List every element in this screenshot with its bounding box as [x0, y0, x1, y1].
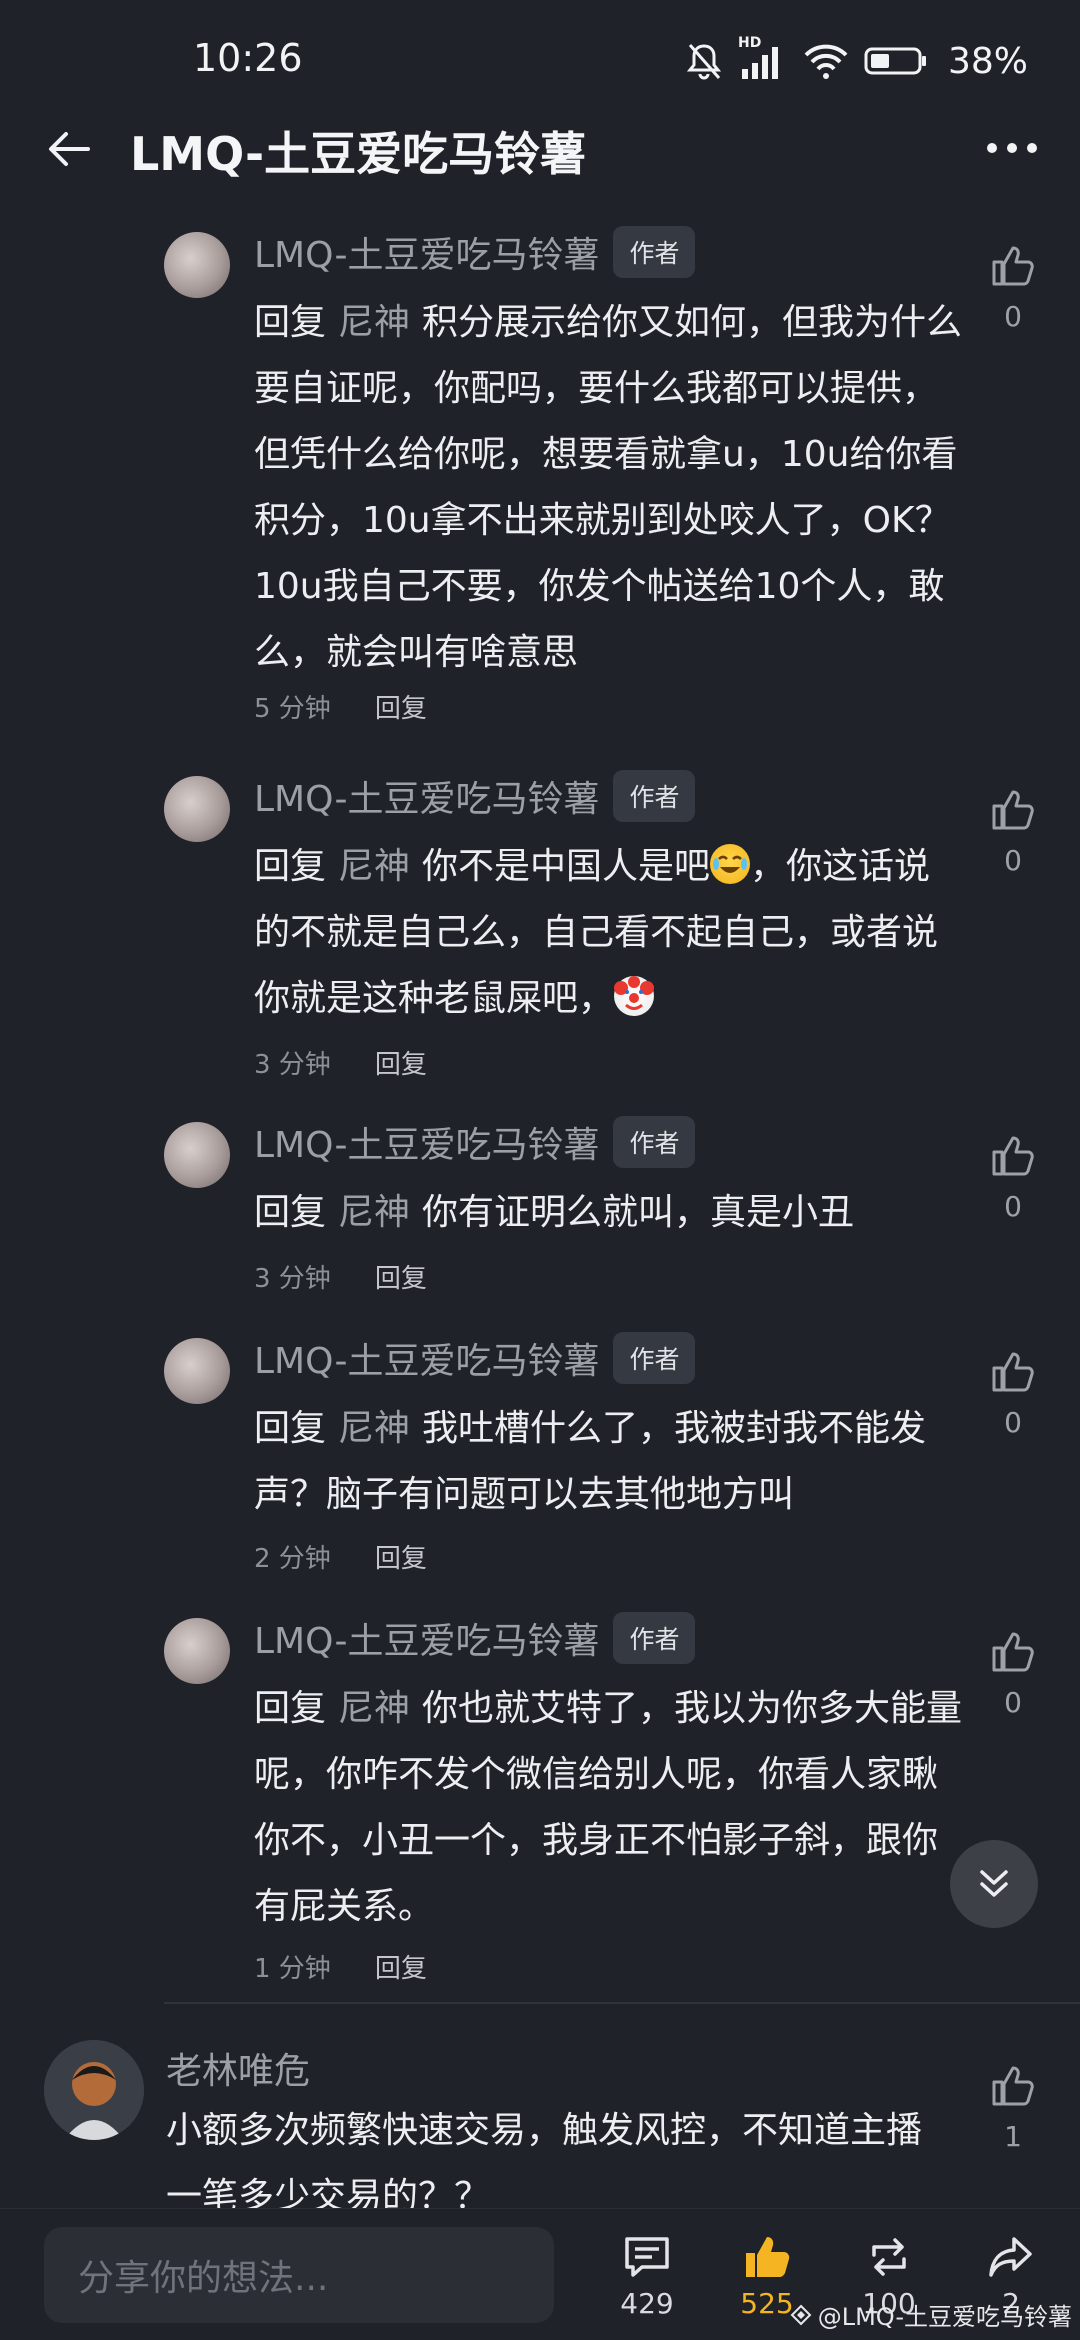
reply-target-user[interactable]: 尼神 [338, 302, 410, 343]
like-count: 0 [1004, 1406, 1022, 1439]
comment-text: 回复 尼神 你也就艾特了，我以为你多大能量呢，你咋不发个微信给别人呢，你看人家瞅你不… [254, 1676, 966, 1940]
double-chevron-down-icon [980, 1870, 1008, 1897]
reply-button[interactable]: 回复 [375, 1258, 427, 1295]
comment-author[interactable]: LMQ-土豆爱吃马铃薯 [254, 770, 599, 822]
wifi-icon [802, 41, 850, 81]
author-badge: 作者 [613, 770, 696, 822]
page-title: LMQ-土豆爱吃马铃薯 [130, 127, 587, 181]
arrow-left-icon [49, 132, 90, 166]
comment-bubble-icon [625, 2237, 669, 2277]
reply-prefix: 回复 [254, 846, 327, 887]
comment-author[interactable]: LMQ-土豆爱吃马铃薯 [254, 226, 599, 278]
like-count: 0 [1004, 1686, 1022, 1719]
comment-time: 5 分钟 [254, 694, 331, 724]
battery-icon [864, 45, 928, 77]
network-type-label: HD [737, 35, 762, 51]
comment-author[interactable]: 老林唯危 [166, 2042, 310, 2094]
signal-icon: HD [738, 35, 788, 81]
diamond-logo-icon [790, 2304, 812, 2325]
comments-count: 429 [620, 2287, 674, 2320]
thumbs-up-icon [992, 1632, 1034, 1672]
reply-target-user[interactable]: 尼神 [338, 1408, 410, 1449]
comment-author[interactable]: LMQ-土豆爱吃马铃薯 [254, 1116, 599, 1168]
reply-button[interactable]: 回复 [375, 1044, 427, 1081]
comment-time: 1 分钟 [254, 1954, 331, 1984]
reply-button[interactable]: 回复 [375, 688, 427, 725]
author-badge: 作者 [613, 1116, 696, 1168]
reply-prefix: 回复 [254, 1408, 327, 1449]
watermark: @LMQ-土豆爱吃马铃薯 [790, 2297, 1072, 2332]
thumbs-up-icon [992, 1136, 1034, 1176]
comment-text: 回复 尼神 积分展示给你又如何，但我为什么要自证呢，你配吗，要什么我都可以提供，但凭… [254, 290, 966, 686]
comment-text: 回复 尼神 我吐槽什么了，我被封我不能发声？脑子有问题可以去其他地方叫 [254, 1396, 966, 1528]
thumbs-up-icon [992, 790, 1034, 830]
author-badge: 作者 [613, 1332, 696, 1384]
comment-text: 回复 尼神 你不是中国人是吧 ，你这话说的不就是自己么，自己看不起自己，或者说你就是这… [254, 834, 966, 1032]
more-options-button[interactable] [984, 132, 1040, 164]
avatar[interactable] [164, 1122, 230, 1188]
status-time: 10:26 [193, 36, 303, 80]
comments-button[interactable]: 429 [602, 2233, 692, 2320]
like-button[interactable]: 1 [988, 2064, 1038, 2153]
divider [164, 2002, 1080, 2004]
like-count: 0 [1004, 844, 1022, 877]
more-dots-icon [987, 143, 1037, 153]
like-button[interactable]: 0 [988, 788, 1038, 877]
status-bar: 10:26 HD 38% [0, 0, 1080, 120]
reply-target-user[interactable]: 尼神 [338, 1688, 410, 1729]
comment-text: 回复 尼神 你有证明么就叫，真是小丑 [254, 1180, 966, 1246]
back-button[interactable] [44, 124, 94, 174]
reply-target-user[interactable]: 尼神 [338, 1192, 410, 1233]
reply-prefix: 回复 [254, 302, 327, 343]
mute-bell-icon [684, 41, 724, 81]
author-badge: 作者 [613, 226, 696, 278]
scroll-down-button[interactable] [950, 1840, 1038, 1928]
thumbs-up-icon [992, 2066, 1034, 2106]
like-count: 0 [1004, 1190, 1022, 1223]
reply-prefix: 回复 [254, 1192, 327, 1233]
bottom-action-bar: 分享你的想法... 429 525 100 2 @LMQ-土豆爱吃马铃薯 [0, 2208, 1080, 2340]
comment-content: 你有证明么就叫，真是小丑 [422, 1192, 855, 1233]
comment-time: 2 分钟 [254, 1544, 331, 1574]
comment-content: 你不是中国人是吧 [422, 846, 711, 887]
like-button[interactable]: 0 [988, 244, 1038, 333]
comment-time: 3 分钟 [254, 1264, 331, 1294]
nav-bar: LMQ-土豆爱吃马铃薯 [0, 112, 1080, 184]
laughing-tears-emoji-icon [710, 844, 751, 884]
watermark-text: @LMQ-土豆爱吃马铃薯 [817, 2303, 1072, 2331]
reply-target-user[interactable]: 尼神 [338, 846, 410, 887]
like-button[interactable]: 0 [988, 1630, 1038, 1719]
comment-author[interactable]: LMQ-土豆爱吃马铃薯 [254, 1612, 599, 1664]
clown-face-emoji-icon [614, 976, 655, 1016]
avatar[interactable] [164, 776, 230, 842]
status-icons: HD 38% [684, 35, 1028, 84]
like-count: 0 [1004, 300, 1022, 333]
avatar[interactable] [164, 232, 230, 298]
repost-arrows-icon [872, 2238, 906, 2276]
comment-time: 3 分钟 [254, 1050, 331, 1080]
avatar[interactable] [164, 1618, 230, 1684]
comment-author[interactable]: LMQ-土豆爱吃马铃薯 [254, 1332, 599, 1384]
reply-button[interactable]: 回复 [375, 1948, 427, 1985]
comment-content: 积分展示给你又如何，但我为什么要自证呢，你配吗，要什么我都可以提供，但凭什么给你… [254, 302, 963, 673]
avatar[interactable] [164, 1338, 230, 1404]
reply-prefix: 回复 [254, 1688, 327, 1729]
like-count: 1 [1004, 2120, 1022, 2153]
thumbs-up-icon [992, 246, 1034, 286]
thumbs-up-icon [992, 1352, 1034, 1392]
thumbs-up-filled-icon [746, 2237, 790, 2277]
like-button[interactable]: 0 [988, 1350, 1038, 1439]
comment-input[interactable]: 分享你的想法... [44, 2227, 554, 2323]
like-button[interactable]: 0 [988, 1134, 1038, 1223]
author-badge: 作者 [613, 1612, 696, 1664]
avatar[interactable] [44, 2040, 144, 2140]
share-arrow-icon [989, 2237, 1032, 2277]
reply-button[interactable]: 回复 [375, 1538, 427, 1575]
battery-percent: 38% [947, 40, 1028, 82]
